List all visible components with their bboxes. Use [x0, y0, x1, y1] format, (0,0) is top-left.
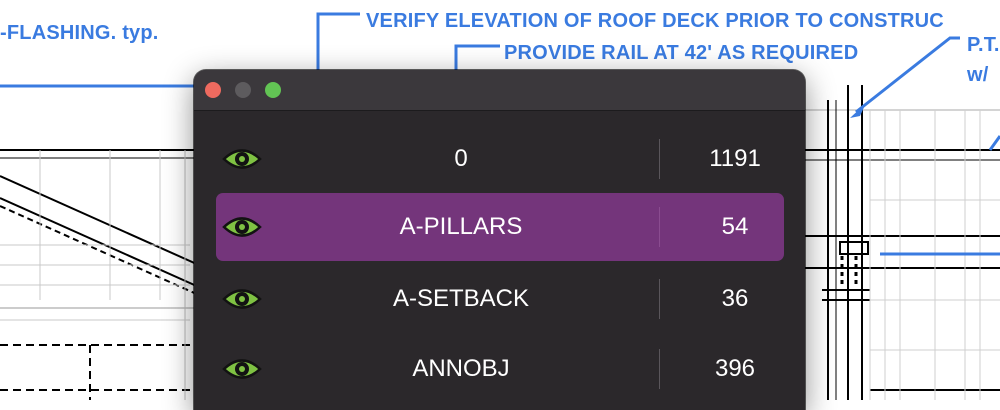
layer-name: A-PILLARS — [399, 213, 523, 240]
left-structure — [0, 149, 211, 400]
layer-count: 396 — [714, 355, 756, 382]
eye-icon[interactable] — [222, 144, 262, 174]
annotation-provide-rail: PROVIDE RAIL AT 42' AS REQUIRED — [504, 42, 859, 64]
annotation-with: w/ — [967, 64, 989, 86]
window-titlebar[interactable] — [194, 70, 805, 111]
eye-icon[interactable] — [222, 212, 262, 242]
right-structure — [805, 85, 1000, 400]
layer-row-a-setback[interactable]: A-SETBACK 36 — [216, 265, 784, 333]
minimize-window-button[interactable] — [235, 82, 251, 98]
layer-row-0[interactable]: 0 1191 — [216, 125, 784, 193]
layer-count: 54 — [721, 213, 749, 240]
layer-row-a-pillars[interactable]: A-PILLARS 54 — [216, 193, 784, 261]
close-window-button[interactable] — [205, 82, 221, 98]
layer-count: 36 — [721, 285, 749, 312]
zoom-window-button[interactable] — [265, 82, 281, 98]
eye-icon[interactable] — [222, 284, 262, 314]
annotation-verify-elevation: VERIFY ELEVATION OF ROOF DECK PRIOR TO C… — [366, 10, 944, 32]
layer-count: 1191 — [709, 145, 761, 172]
annotation-flashing: -FLASHING. typ. — [0, 22, 159, 44]
layers-panel-window: 0 1191 A-PILLARS 54 A-SETBACK 36 ANNOBJ — [194, 70, 805, 410]
annotation-pt: P.T. — [967, 34, 1000, 56]
layer-name: 0 — [454, 145, 468, 172]
layer-name: ANNOBJ — [412, 355, 510, 382]
layer-row-annobj[interactable]: ANNOBJ 396 — [216, 335, 784, 403]
layer-name: A-SETBACK — [392, 285, 530, 312]
eye-icon[interactable] — [222, 354, 262, 384]
